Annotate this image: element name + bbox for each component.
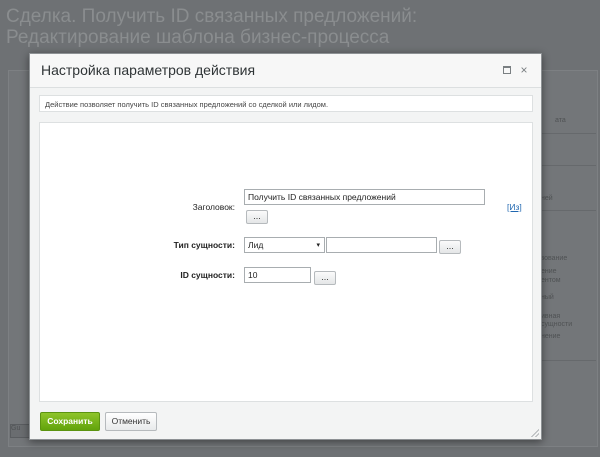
title-label: Заголовок: — [192, 202, 235, 212]
entity-type-extra-input[interactable] — [326, 237, 437, 253]
background-divider — [540, 165, 596, 166]
background-text: ентом — [541, 277, 561, 284]
entity-type-dots-button[interactable]: ... — [439, 240, 461, 254]
background-text: зование — [541, 255, 568, 262]
title-link[interactable]: [Из] — [507, 202, 522, 212]
entity-type-value: Лид — [248, 240, 264, 250]
background-text: ение — [541, 268, 557, 275]
background-text: нение — [541, 333, 561, 340]
action-settings-dialog: Настройка параметров действия × Действие… — [29, 53, 542, 440]
page-title: Сделка. Получить ID связанных предложени… — [6, 6, 418, 48]
chevron-down-icon: ▾ — [316, 242, 320, 249]
background-text: сущности — [541, 321, 573, 328]
maximize-icon — [503, 66, 511, 74]
info-bar: Действие позволяет получить ID связанных… — [39, 95, 533, 112]
background-divider — [540, 360, 596, 361]
background-text: ный — [541, 294, 554, 301]
title-input[interactable]: Получить ID связанных предложений — [244, 189, 485, 205]
maximize-button[interactable] — [501, 64, 513, 76]
entity-id-input[interactable]: 10 — [244, 267, 311, 283]
dialog-title: Настройка параметров действия — [41, 62, 256, 78]
settings-form: Заголовок: Получить ID связанных предлож… — [39, 122, 533, 402]
background-divider — [540, 210, 596, 211]
background-text: ивная — [541, 313, 561, 320]
background-divider — [540, 133, 596, 134]
title-dots-button[interactable]: ... — [246, 210, 268, 224]
resize-handle[interactable] — [531, 429, 539, 437]
dialog-header: Настройка параметров действия × — [30, 54, 541, 88]
entity-type-select[interactable]: Лид ▾ — [244, 237, 325, 253]
background-text: ата — [555, 117, 566, 124]
close-button[interactable]: × — [518, 64, 530, 76]
entity-id-label: ID сущности: — [180, 270, 235, 280]
cancel-button[interactable]: Отменить — [105, 412, 157, 431]
entity-id-dots-button[interactable]: ... — [314, 271, 336, 285]
entity-type-label: Тип сущности: — [173, 240, 235, 250]
background-text: ней — [541, 195, 553, 202]
save-button[interactable]: Сохранить — [40, 412, 100, 431]
